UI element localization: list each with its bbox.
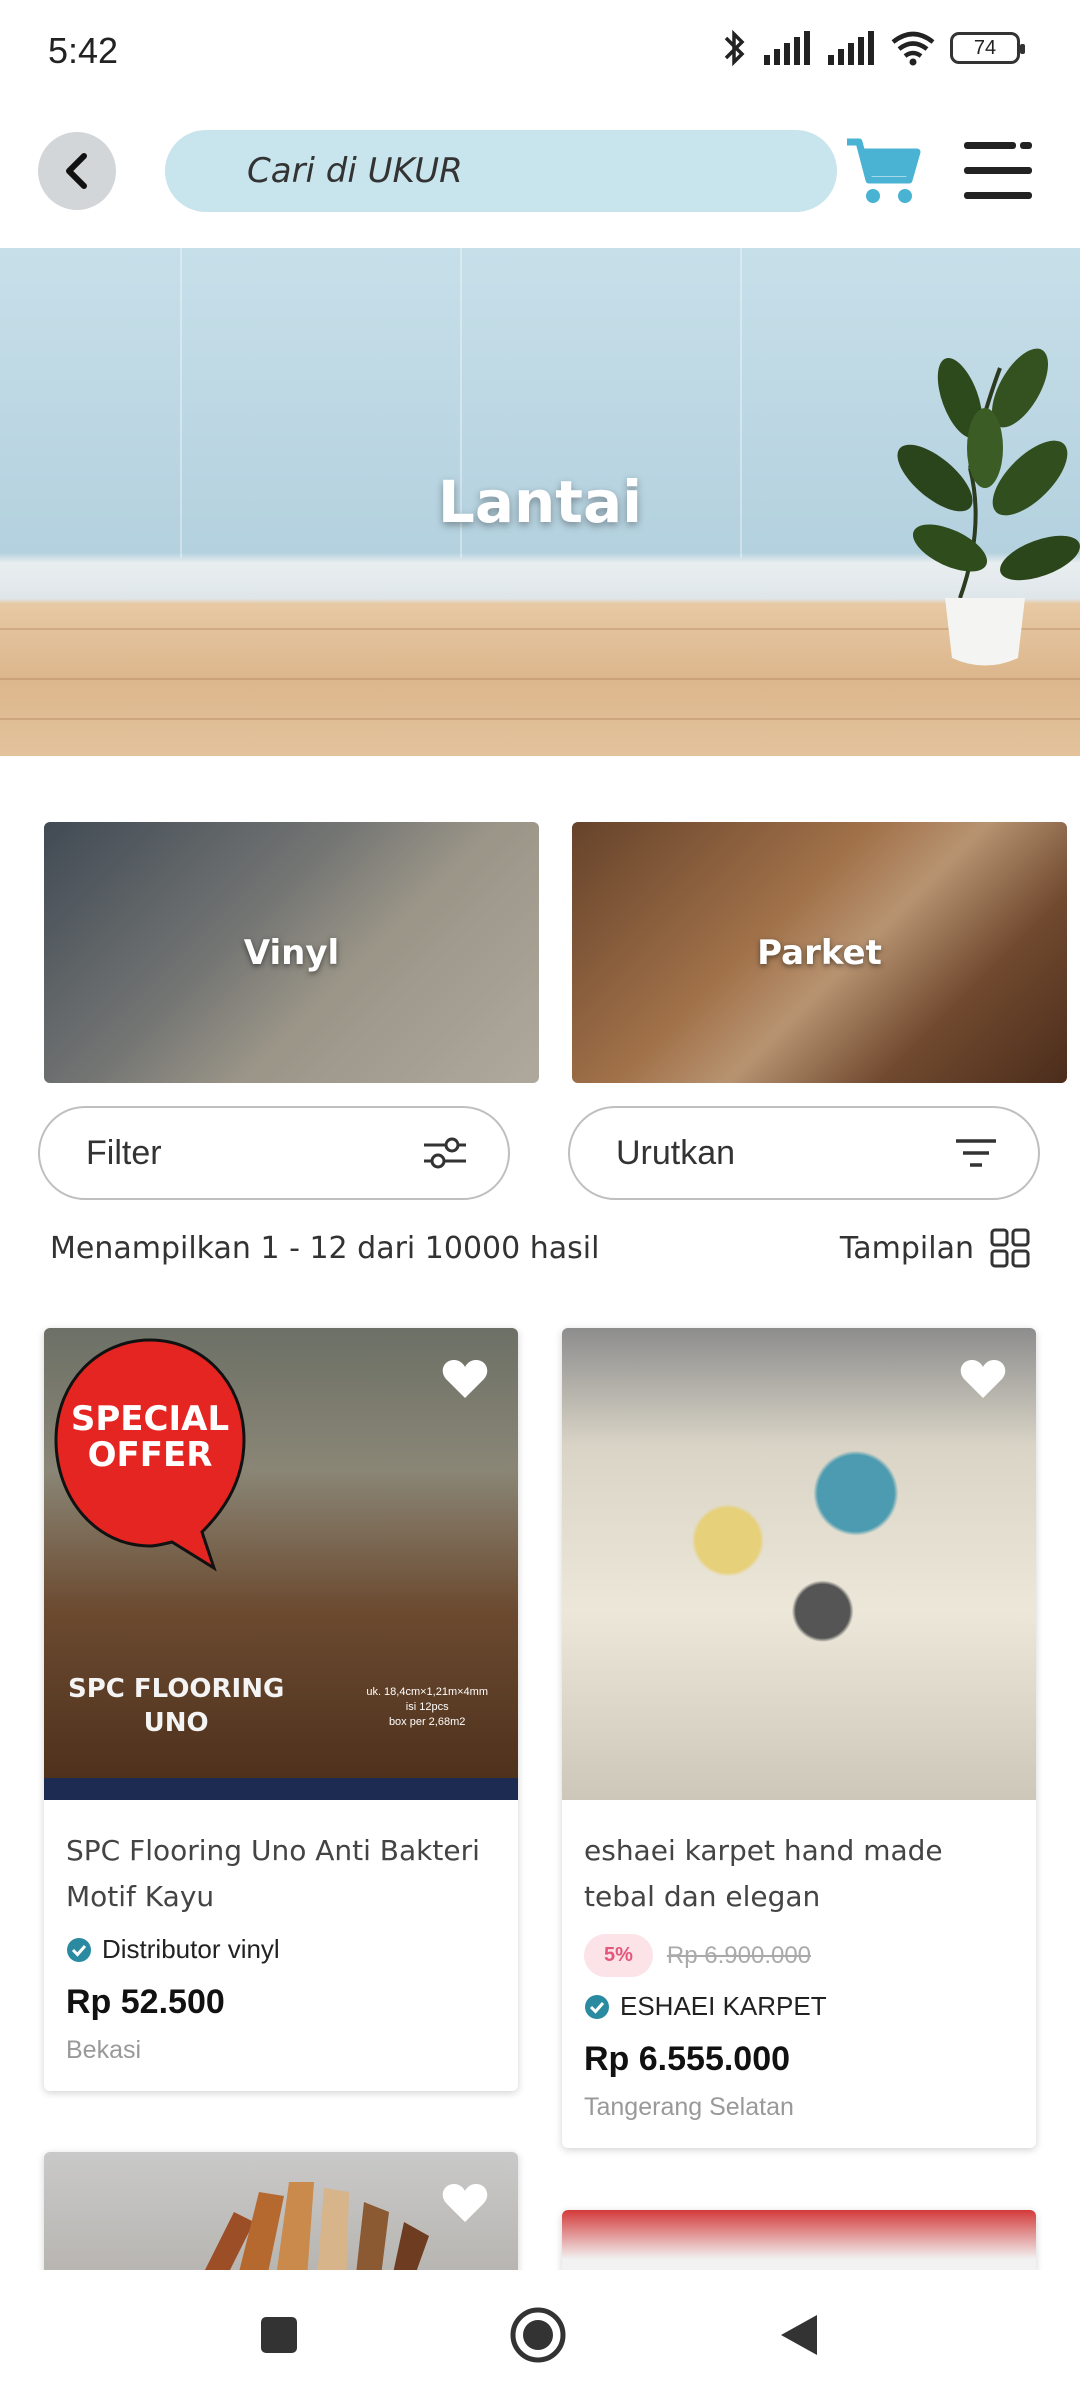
- floor-line: [0, 718, 1080, 720]
- sort-label: Urutkan: [616, 1133, 736, 1172]
- back-nav-icon[interactable]: [777, 2311, 821, 2359]
- badge-line-2: OFFER: [88, 1435, 213, 1475]
- product-image: SPECIAL OFFER SPC FLOORING UNO uk. 18,4c…: [44, 1328, 518, 1800]
- product-location: Bekasi: [66, 2036, 142, 2064]
- image-spec-line-2: isi 12pcs: [405, 1701, 449, 1713]
- battery-level: 74: [973, 36, 997, 59]
- menu-icon[interactable]: [960, 136, 1036, 206]
- signal-icon-2: [828, 31, 874, 65]
- bluetooth-icon: [724, 29, 745, 67]
- verified-icon: [585, 1994, 609, 2019]
- status-time: 5:42: [48, 30, 119, 71]
- heart-icon[interactable]: [442, 2182, 488, 2224]
- verified-icon: [67, 1937, 91, 1962]
- signal-icon: [764, 31, 810, 65]
- filter-label: Filter: [86, 1133, 162, 1172]
- search-bar[interactable]: [165, 130, 837, 212]
- heart-icon[interactable]: [960, 1358, 1006, 1400]
- results-row: Menampilkan 1 - 12 dari 10000 hasil Tamp…: [50, 1222, 1030, 1274]
- heart-icon[interactable]: [442, 1358, 488, 1400]
- category-banner: Lantai: [0, 248, 1080, 756]
- image-caption: SPC FLOORING UNO: [68, 1672, 284, 1740]
- wifi-icon: [891, 31, 935, 66]
- image-spec: uk. 18,4cm×1,21m×4mm isi 12pcs box per 2…: [366, 1685, 488, 1730]
- sort-icon: [956, 1139, 996, 1167]
- image-caption-line-2: UNO: [143, 1708, 209, 1738]
- recents-icon[interactable]: [259, 2315, 299, 2355]
- special-offer-badge: SPECIAL OFFER: [54, 1338, 246, 1572]
- product-card[interactable]: eshaei karpet hand made tebal dan elegan…: [562, 1328, 1036, 2148]
- sort-button[interactable]: Urutkan: [568, 1106, 1040, 1200]
- category-tile-vinyl[interactable]: Vinyl: [44, 822, 539, 1083]
- category-tile-parket[interactable]: Parket: [572, 822, 1067, 1083]
- seller-row: ESHAEI KARPET: [584, 1991, 1014, 2022]
- seller-name: ESHAEI KARPET: [620, 1991, 827, 2021]
- back-button[interactable]: [38, 132, 116, 210]
- product-info: SPC Flooring Uno Anti Bakteri Motif Kayu…: [44, 1800, 518, 2091]
- search-input[interactable]: [247, 151, 837, 191]
- product-price: Rp 6.555.000: [584, 2040, 791, 2078]
- category-label-parket: Parket: [757, 932, 882, 973]
- product-location: Tangerang Selatan: [584, 2093, 794, 2121]
- cart-icon[interactable]: [843, 132, 923, 212]
- seller-row: Distributor vinyl: [66, 1934, 496, 1965]
- product-title: eshaei karpet hand made tebal dan elegan: [584, 1834, 943, 1913]
- original-price: Rp 6.900.000: [666, 1941, 812, 1969]
- product-price: Rp 52.500: [66, 1983, 225, 2021]
- category-label-vinyl: Vinyl: [243, 932, 340, 973]
- chevron-left-icon: [66, 153, 87, 189]
- discount-row: 5% Rp 6.900.000: [584, 1934, 1014, 1977]
- discount-badge: 5%: [584, 1934, 653, 1977]
- image-spec-line-1: uk. 18,4cm×1,21m×4mm: [366, 1686, 488, 1698]
- system-navigation-bar: [0, 2270, 1080, 2400]
- image-spec-line-3: box per 2,68m2: [388, 1716, 466, 1728]
- home-icon[interactable]: [509, 2306, 567, 2364]
- badge-line-1: SPECIAL: [71, 1399, 229, 1439]
- status-bar: 5:42 74: [0, 0, 1080, 110]
- view-toggle-label: Tampilan: [839, 1230, 974, 1266]
- product-image: [562, 1328, 1036, 1800]
- image-caption-line-1: SPC FLOORING: [68, 1674, 285, 1704]
- seller-name: Distributor vinyl: [102, 1934, 280, 1964]
- grid-icon: [990, 1228, 1030, 1268]
- product-card[interactable]: SPECIAL OFFER SPC FLOORING UNO uk. 18,4c…: [44, 1328, 518, 2091]
- filter-button[interactable]: Filter: [38, 1106, 510, 1200]
- sliders-icon: [424, 1137, 466, 1169]
- product-info: eshaei karpet hand made tebal dan elegan…: [562, 1800, 1036, 2148]
- results-summary: Menampilkan 1 - 12 dari 10000 hasil: [50, 1230, 600, 1266]
- battery-indicator: 74: [950, 32, 1025, 64]
- status-icons: 74: [722, 28, 1025, 68]
- banner-title: Lantai: [437, 468, 643, 536]
- product-title: SPC Flooring Uno Anti Bakteri Motif Kayu: [66, 1834, 480, 1913]
- header: [0, 110, 1080, 248]
- image-footer-strip: [44, 1778, 518, 1800]
- view-toggle[interactable]: Tampilan: [840, 1228, 1030, 1268]
